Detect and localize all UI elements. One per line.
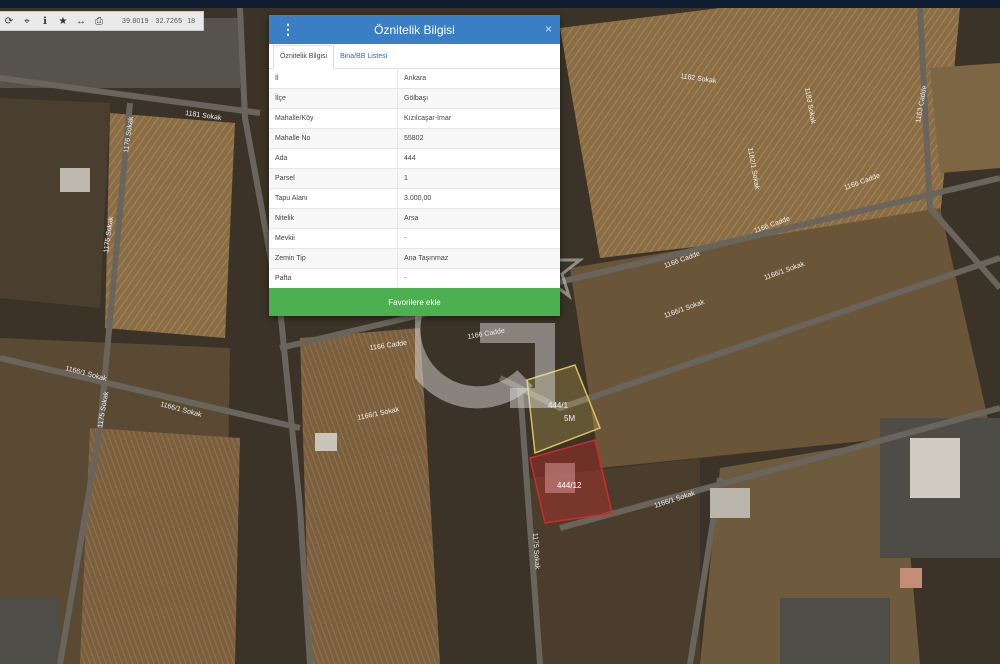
houses-area <box>0 598 60 664</box>
table-row: Mahalle No 55802 <box>269 128 560 149</box>
attribute-key: Zemin Tip <box>269 248 398 269</box>
attribute-value: Gölbaşı <box>397 88 560 109</box>
star-icon[interactable]: ★ <box>54 12 72 30</box>
attribute-key: Mevkii <box>269 228 398 249</box>
building <box>60 168 90 192</box>
building <box>910 438 960 498</box>
table-row: Mevkii - <box>269 228 560 249</box>
attribute-value: - <box>397 228 560 249</box>
attribute-value: Arsa <box>397 208 560 229</box>
attribute-value: 444 <box>397 148 560 169</box>
refresh-icon[interactable]: ⟳ <box>0 12 18 30</box>
field <box>80 428 240 664</box>
table-row: Nitelik Arsa <box>269 208 560 229</box>
top-bar <box>0 0 1000 8</box>
table-row: Parsel 1 <box>269 168 560 189</box>
attribute-key: Tapu Alanı <box>269 188 398 209</box>
info-icon[interactable]: ℹ <box>36 12 54 30</box>
attribute-key: Nitelik <box>269 208 398 229</box>
attribute-key: Ada <box>269 148 398 169</box>
coordinates-readout: 39.8019 · 32.7265 <box>122 17 183 25</box>
table-row: İlçe Gölbaşı <box>269 88 560 109</box>
attribute-value: - <box>397 268 560 289</box>
attribute-key: İl <box>269 69 398 89</box>
zoom-level: 18 <box>187 17 195 25</box>
table-row: İl Ankara <box>269 69 560 89</box>
attribute-key: Pafta <box>269 268 398 289</box>
parcel-label-2: 444/12 <box>557 481 582 490</box>
attribute-key: İlçe <box>269 88 398 109</box>
add-favorite-button[interactable]: Favorilere ekle <box>269 288 560 316</box>
measure-icon[interactable]: ↔ <box>72 12 90 30</box>
attribute-value: Ana Taşınmaz <box>397 248 560 269</box>
attribute-value: 55802 <box>397 128 560 149</box>
print-icon[interactable]: ⎙ <box>90 12 108 30</box>
table-row: Pafta - <box>269 268 560 289</box>
field <box>0 98 110 308</box>
attribute-value: Ankara <box>397 69 560 89</box>
building <box>315 433 337 451</box>
attribute-key: Mahalle/Köy <box>269 108 398 129</box>
table-row: Zemin Tip Ana Taşınmaz <box>269 248 560 269</box>
panel-header: ⋮ Öznitelik Bilgisi × <box>269 15 560 44</box>
attribute-value: 1 <box>397 168 560 189</box>
tab-attributes[interactable]: Öznitelik Bilgisi <box>273 45 335 69</box>
parcel-label-1: 444/1 <box>548 401 569 410</box>
panel-tabs: Öznitelik Bilgisi Bina/BB Listesi <box>269 44 560 69</box>
field <box>300 328 440 664</box>
attribute-panel: ⋮ Öznitelik Bilgisi × Öznitelik Bilgisi … <box>269 15 560 316</box>
parcel-marker: 5M <box>564 414 575 423</box>
table-row: Tapu Alanı 3.000,00 <box>269 188 560 209</box>
attribute-key: Mahalle No <box>269 128 398 149</box>
map-toolbar: ⟳ ⌖ ℹ ★ ↔ ⎙ 39.8019 · 32.7265 18 <box>0 11 204 31</box>
field <box>930 63 1000 173</box>
table-row: Ada 444 <box>269 148 560 169</box>
attribute-value: 3.000,00 <box>397 188 560 209</box>
close-icon[interactable]: × <box>545 22 552 36</box>
tab-building-list[interactable]: Bina/BB Listesi <box>334 46 393 68</box>
menu-icon[interactable]: ⋮ <box>281 22 295 36</box>
attribute-value: Kızılcaşar-İmar <box>397 108 560 129</box>
building <box>900 568 922 588</box>
panel-title: Öznitelik Bilgisi <box>374 22 455 37</box>
attribute-key: Parsel <box>269 168 398 189</box>
locate-icon[interactable]: ⌖ <box>18 12 36 30</box>
building <box>710 488 750 518</box>
attribute-table: İl Ankara İlçe Gölbaşı Mahalle/Köy Kızılcaşar… <box>269 69 560 289</box>
houses-area <box>780 598 890 664</box>
table-row: Mahalle/Köy Kızılcaşar-İmar <box>269 108 560 129</box>
